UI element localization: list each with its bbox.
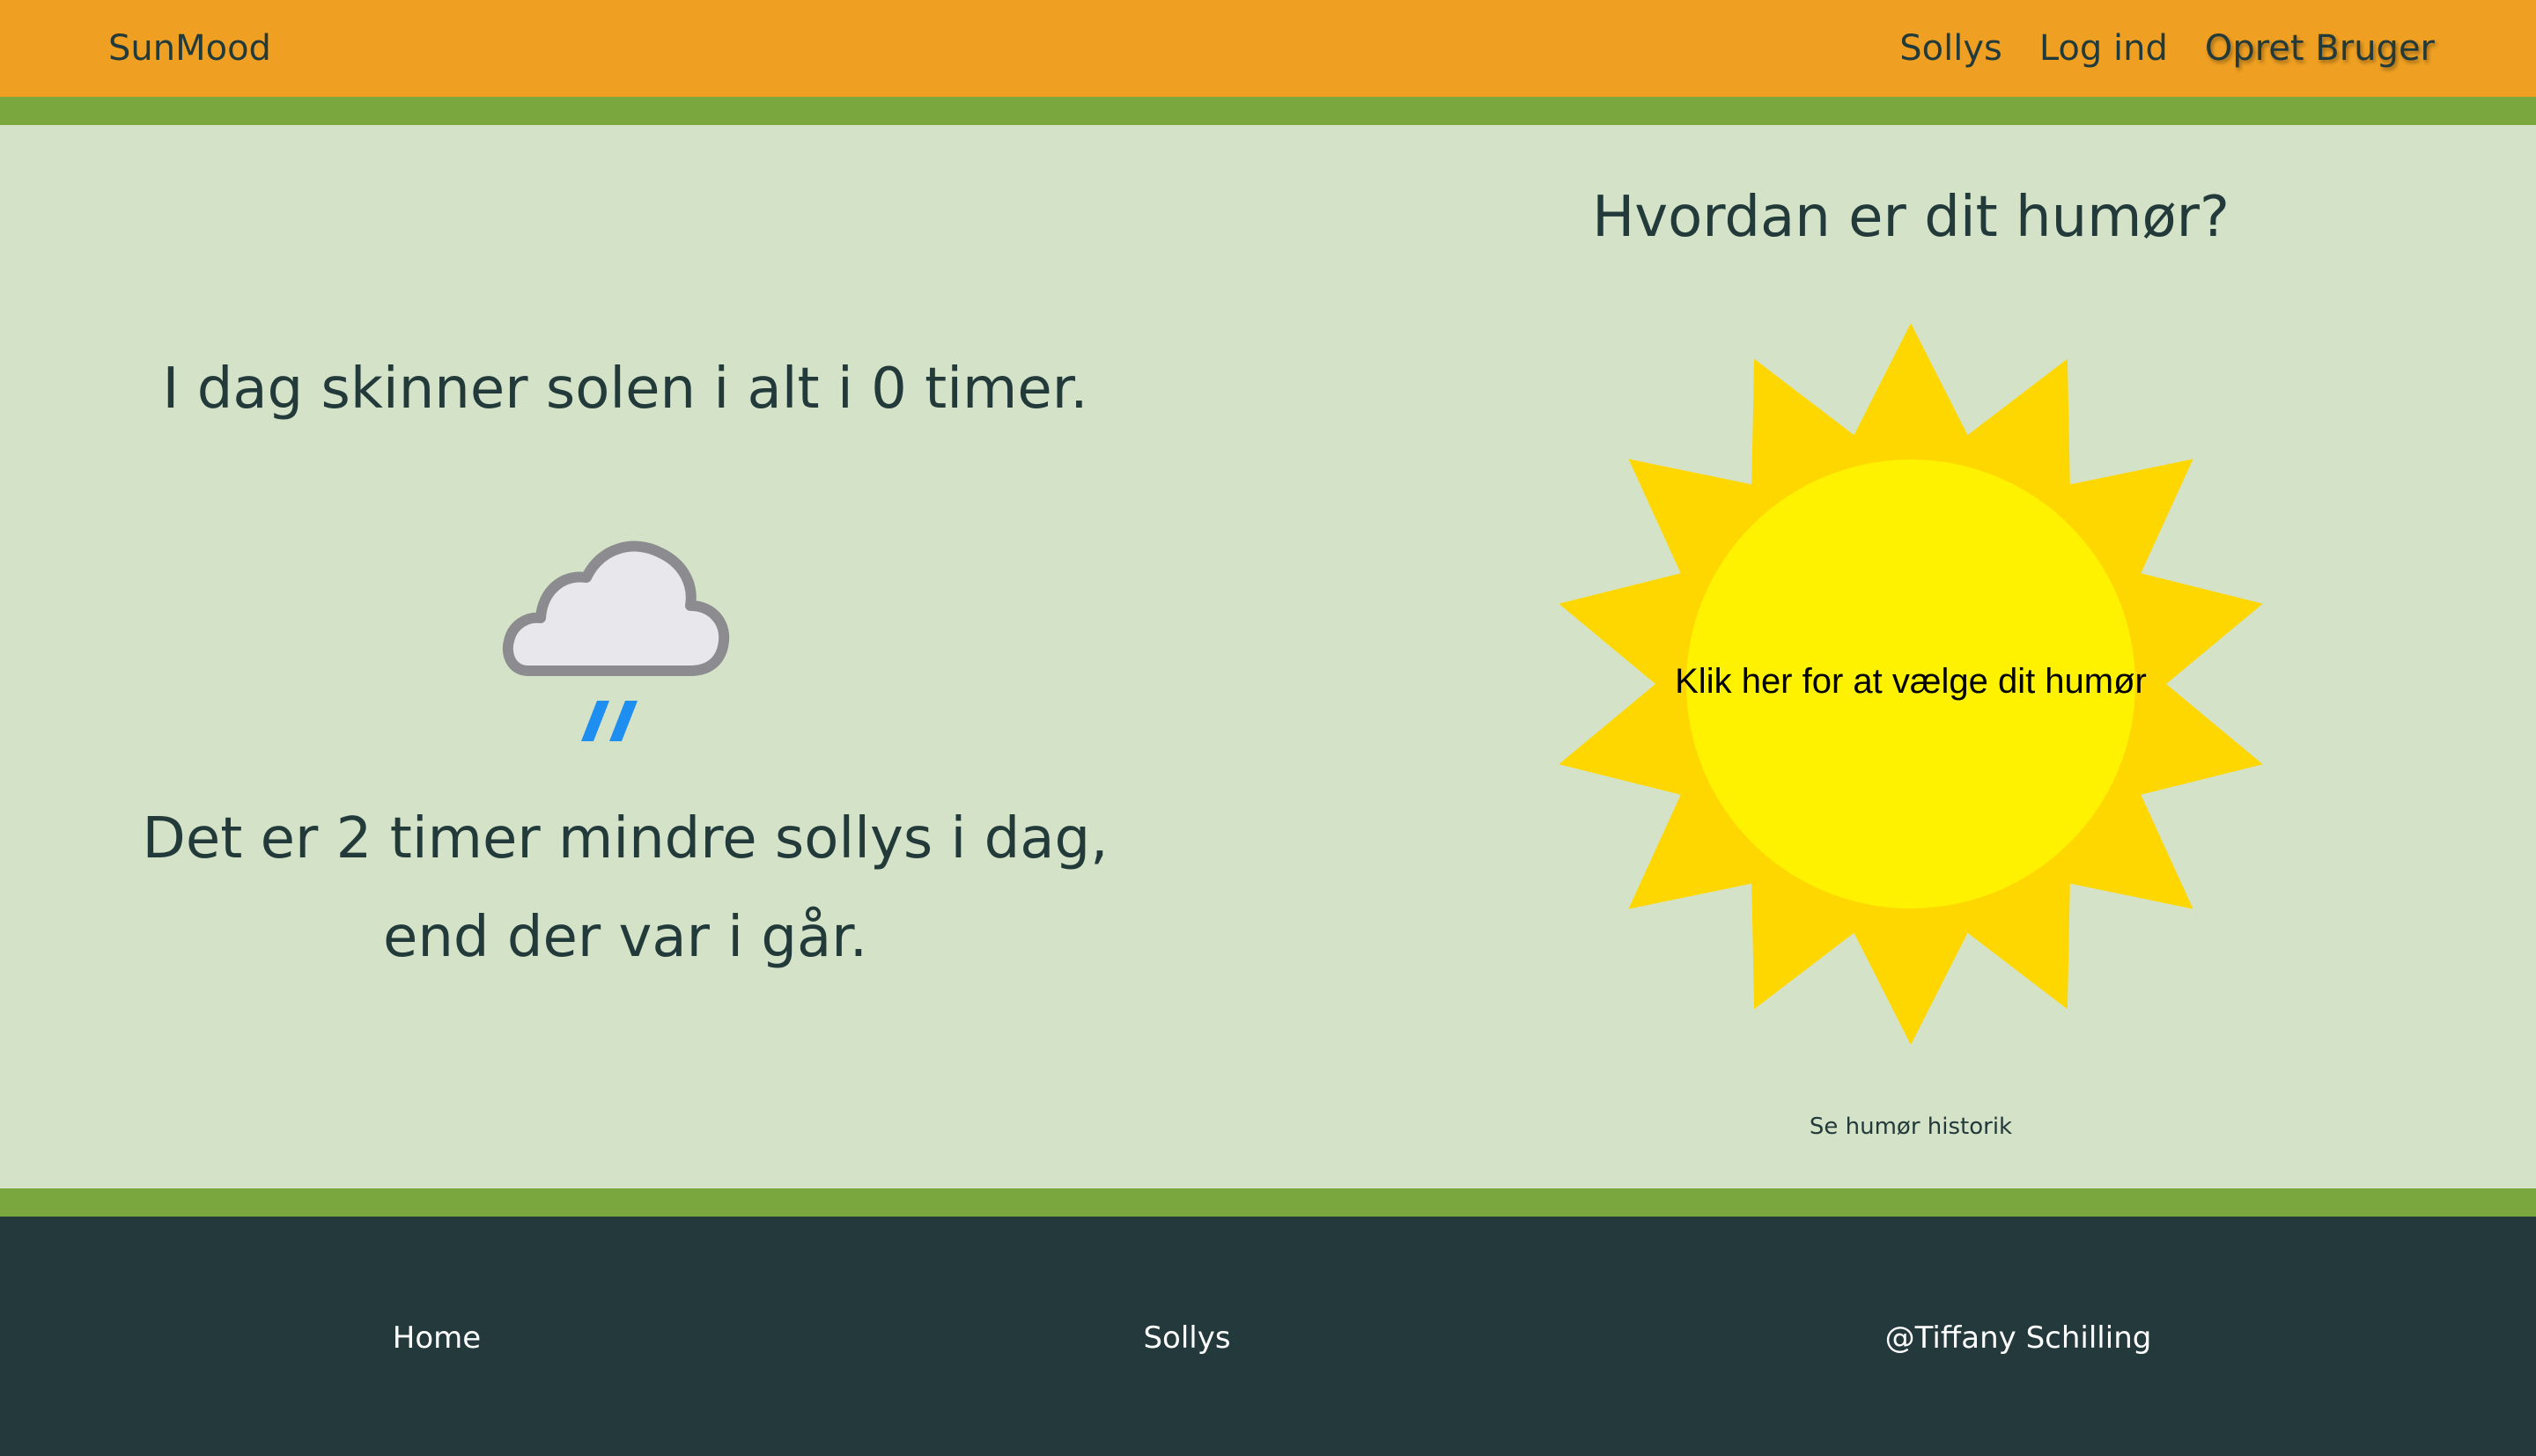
comparison-line-1: Det er 2 timer mindre sollys i dag, bbox=[142, 806, 1109, 871]
mood-heading: Hvordan er dit humør? bbox=[1592, 185, 2230, 250]
footer-home-link[interactable]: Home bbox=[393, 1318, 481, 1358]
cloud-rain-icon bbox=[502, 521, 748, 759]
main-content: I dag skinner solen i alt i 0 timer. Det… bbox=[0, 125, 2536, 1188]
comparison-line-2: end der var i går. bbox=[382, 905, 868, 970]
footer-divider bbox=[0, 1188, 2536, 1217]
brand-logo[interactable]: SunMood bbox=[108, 23, 271, 74]
sunlight-info: I dag skinner solen i alt i 0 timer. Det… bbox=[0, 125, 1250, 1188]
footer-sollys-link[interactable]: Sollys bbox=[1143, 1318, 1230, 1358]
today-sunlight-text: I dag skinner solen i alt i 0 timer. bbox=[162, 357, 1088, 422]
nav-signup-link[interactable]: Opret Bruger bbox=[2205, 23, 2435, 74]
header-divider bbox=[0, 97, 2536, 125]
select-mood-sun-button[interactable]: Klik her for at vælge dit humør bbox=[1559, 323, 2263, 1045]
footer-credit: @Tiffany Schilling bbox=[1884, 1320, 2152, 1356]
sunlight-comparison-text: Det er 2 timer mindre sollys i dag, end … bbox=[0, 790, 1250, 987]
main-nav: Sollys Log ind Opret Bruger bbox=[1899, 23, 2435, 74]
nav-sollys-link[interactable]: Sollys bbox=[1899, 23, 2002, 74]
footer: Home Sollys @Tiffany Schilling bbox=[0, 1217, 2536, 1456]
mood-section: Hvordan er dit humør? Klik her for at væ… bbox=[1497, 125, 2325, 1188]
nav-login-link[interactable]: Log ind bbox=[2039, 23, 2168, 74]
top-navbar: SunMood Sollys Log ind Opret Bruger bbox=[0, 0, 2536, 97]
sun-button-label: Klik her for at vælge dit humør bbox=[1675, 662, 2147, 701]
mood-history-link[interactable]: Se humør historik bbox=[1497, 1111, 2325, 1143]
